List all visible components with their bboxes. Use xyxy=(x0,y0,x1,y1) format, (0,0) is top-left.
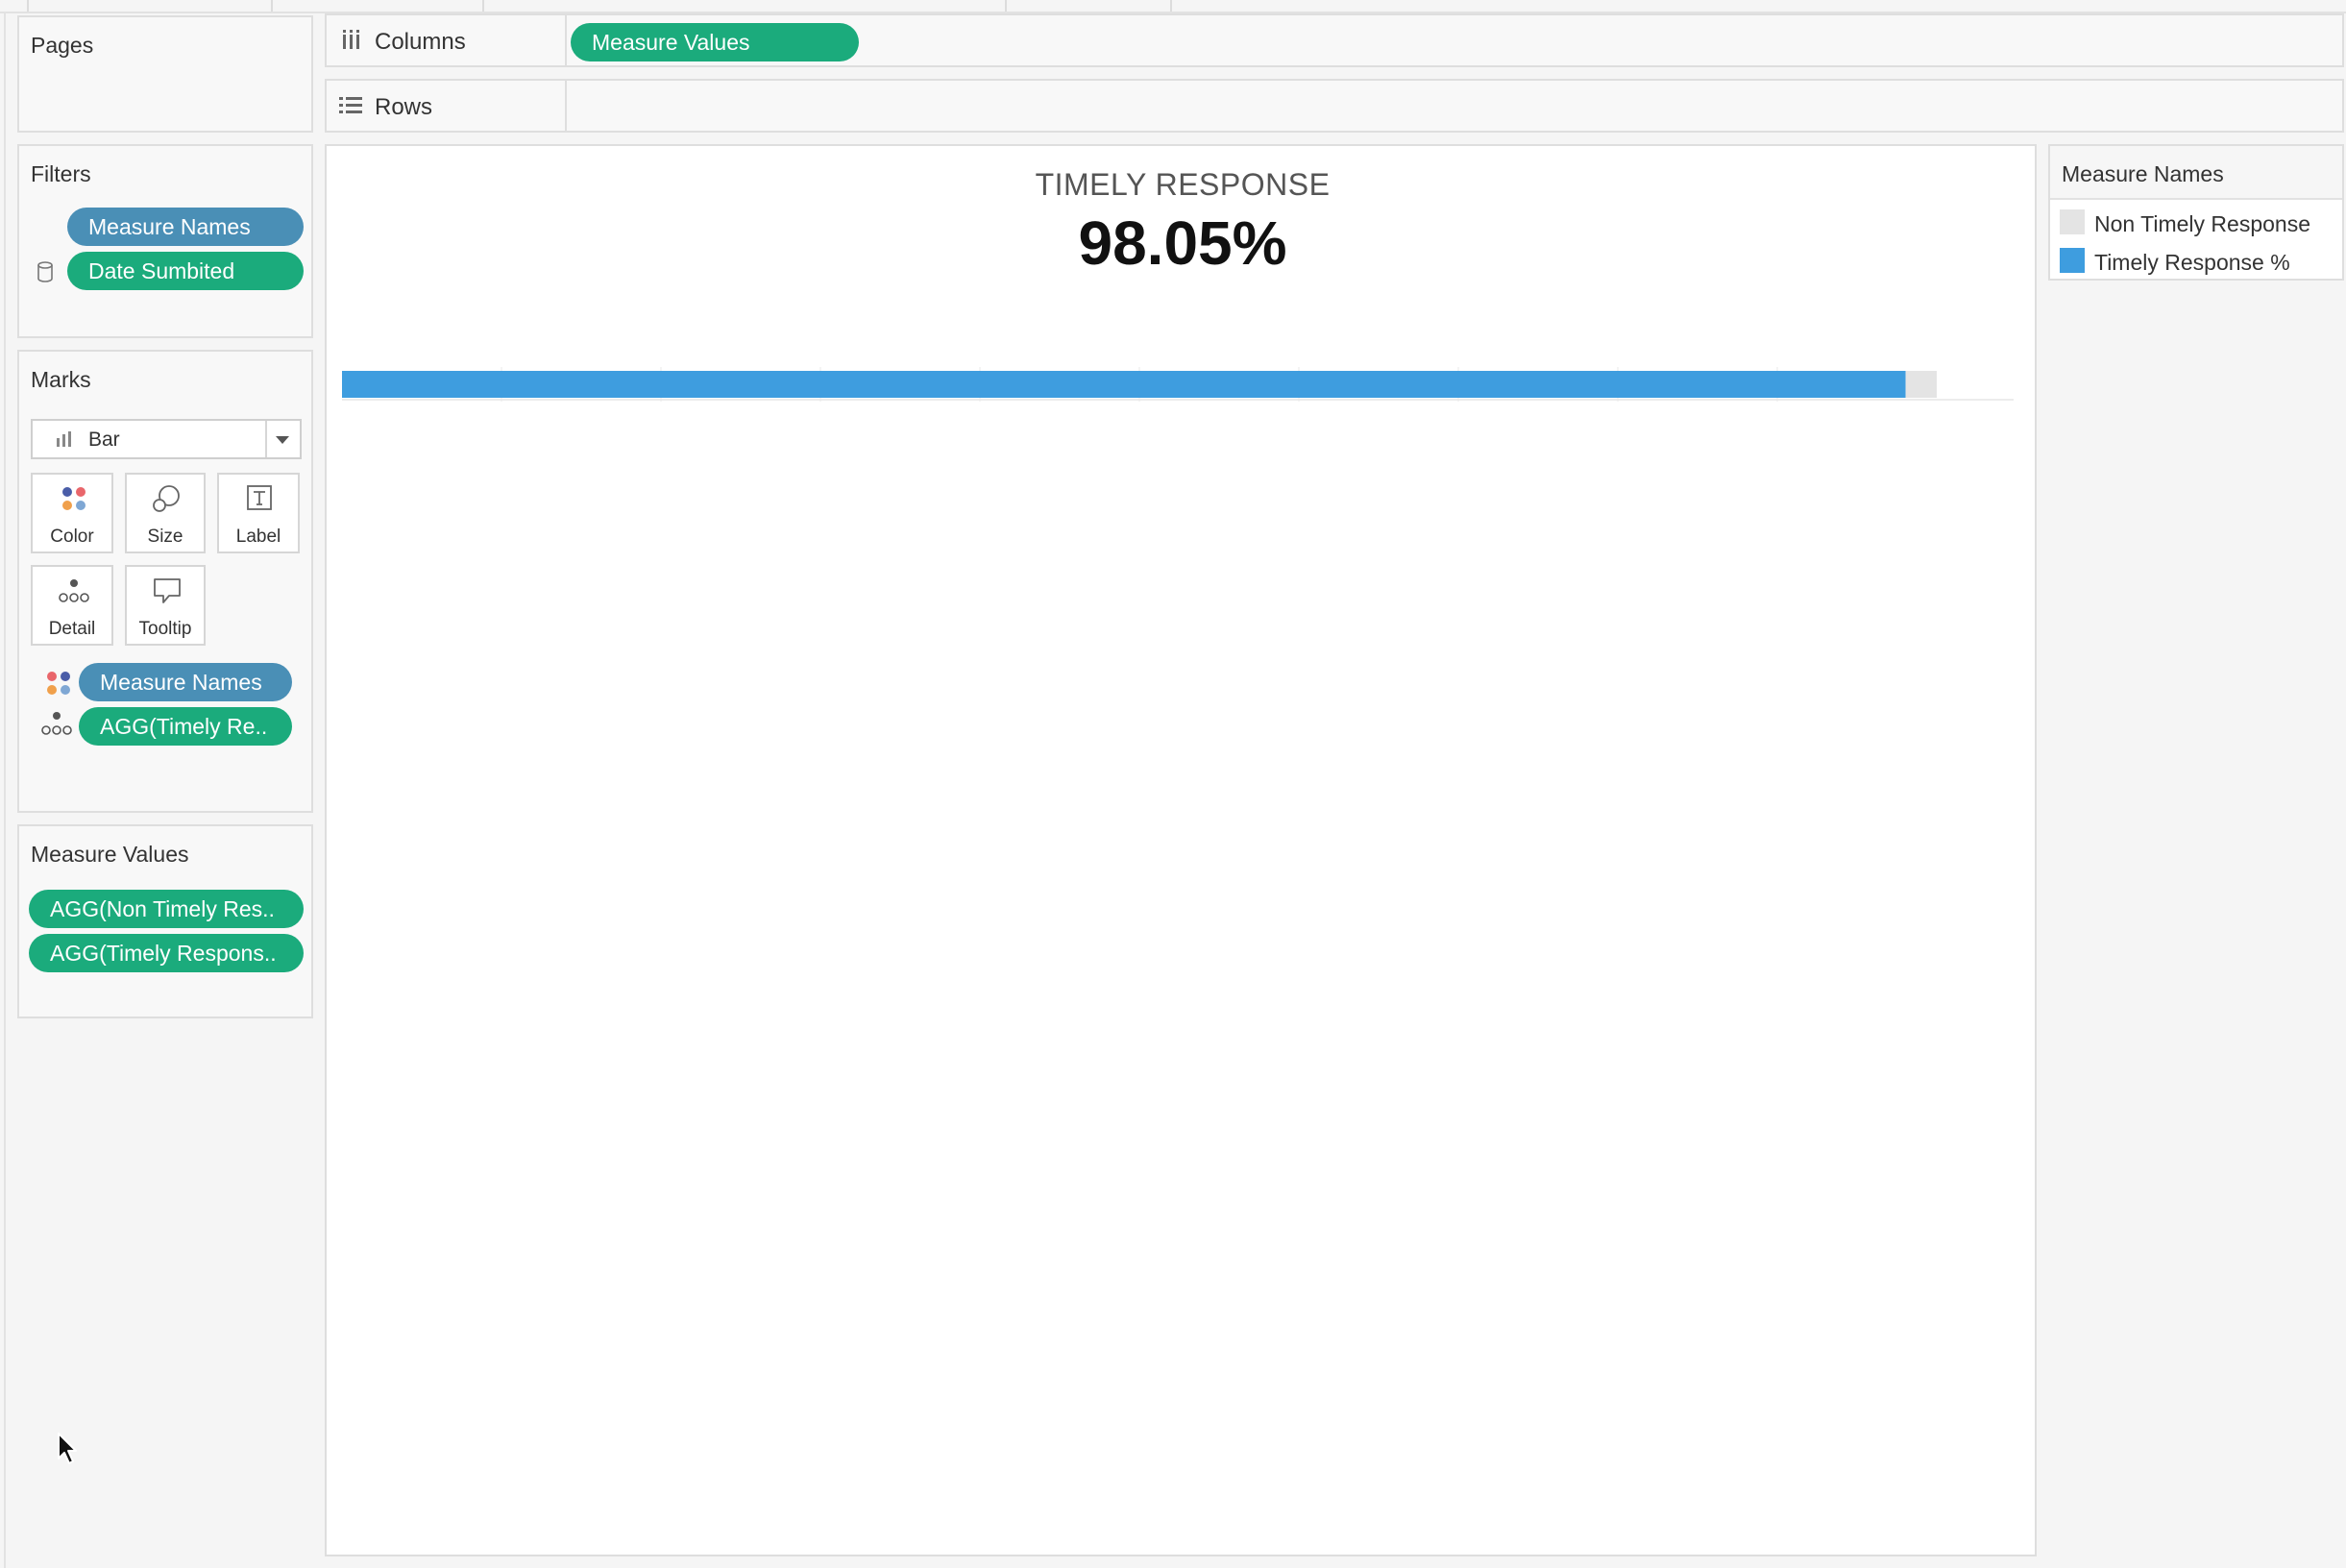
bar-chart-icon xyxy=(57,431,71,447)
text-label-icon xyxy=(247,485,272,510)
columns-icon xyxy=(343,30,359,49)
marks-detail-button[interactable]: Detail xyxy=(31,565,113,646)
pages-title: Pages xyxy=(31,33,94,58)
measure-values-pill-timely[interactable]: AGG(Timely Respons.. xyxy=(29,934,304,972)
datasource-icon xyxy=(37,261,53,282)
rows-shelf-label: Rows xyxy=(327,81,567,131)
marks-pill-measure-names[interactable]: Measure Names xyxy=(79,663,292,701)
rows-label: Rows xyxy=(375,94,433,120)
dropdown-divider xyxy=(265,421,267,457)
measure-values-title: Measure Values xyxy=(31,842,189,867)
legend-title: Measure Names xyxy=(2062,161,2224,186)
top-toolbar-strip xyxy=(0,0,2346,13)
strip-divider xyxy=(27,0,29,12)
rows-icon xyxy=(339,97,362,113)
detail-label: Detail xyxy=(48,619,96,639)
columns-pill-measure-values[interactable]: Measure Values xyxy=(571,23,859,61)
pages-card[interactable]: Pages xyxy=(17,15,313,133)
legend-item-label: Timely Response % xyxy=(2094,250,2290,275)
size-icon xyxy=(153,485,180,512)
strip-divider xyxy=(482,0,484,12)
legend-item-label: Non Timely Response xyxy=(2094,211,2310,236)
marks-title: Marks xyxy=(31,367,91,392)
detail-icon xyxy=(59,579,89,602)
legend-header: Measure Names xyxy=(2050,146,2342,200)
filter-pill-date-submitted[interactable]: Date Sumbited xyxy=(67,252,304,290)
marks-size-button[interactable]: Size xyxy=(125,473,206,553)
rows-shelf[interactable]: Rows xyxy=(325,79,2344,133)
mouse-cursor-icon xyxy=(58,1433,77,1464)
bar-chart[interactable] xyxy=(342,352,2014,419)
marks-label-button[interactable]: Label xyxy=(217,473,300,553)
size-label: Size xyxy=(147,527,183,547)
legend-swatch xyxy=(2060,209,2085,234)
columns-shelf[interactable]: Columns Measure Values xyxy=(325,13,2344,67)
legend-swatch xyxy=(2060,248,2085,273)
strip-divider xyxy=(1005,0,1007,12)
filters-title: Filters xyxy=(31,161,91,186)
strip-divider xyxy=(271,0,273,12)
color-encoding-icon xyxy=(47,672,70,695)
tooltip-icon xyxy=(154,578,181,603)
marks-pill-agg-timely[interactable]: AGG(Timely Re.. xyxy=(79,707,292,746)
measure-values-card[interactable]: Measure Values AGG(Non Timely Res.. AGG(… xyxy=(17,824,313,1018)
legend-card[interactable]: Measure Names Non Timely Response Timely… xyxy=(2048,144,2344,281)
bar-segment-non-timely-response[interactable] xyxy=(1905,371,1937,398)
columns-label: Columns xyxy=(375,29,466,55)
strip-divider xyxy=(1170,0,1172,12)
marks-color-button[interactable]: Color xyxy=(31,473,113,553)
measure-values-pill-non-timely[interactable]: AGG(Non Timely Res.. xyxy=(29,890,304,928)
columns-shelf-label: Columns xyxy=(327,15,567,65)
color-icon xyxy=(62,487,86,510)
filter-pill-measure-names[interactable]: Measure Names xyxy=(67,208,304,246)
filters-card[interactable]: Filters Measure Names Date Sumbited xyxy=(17,144,313,338)
kpi-value: 98.05% xyxy=(1078,208,1287,278)
detail-encoding-icon xyxy=(41,712,72,735)
label-label: Label xyxy=(235,527,281,547)
left-edge xyxy=(0,13,6,1568)
mark-type-label: Bar xyxy=(88,429,120,451)
tooltip-label: Tooltip xyxy=(138,619,192,639)
marks-card[interactable]: Marks Bar Color Size Label Detail Toolti… xyxy=(17,350,313,813)
worksheet-view[interactable]: TIMELY RESPONSE 98.05% xyxy=(325,144,2037,1556)
view-title: TIMELY RESPONSE xyxy=(1035,167,1331,202)
marks-tooltip-button[interactable]: Tooltip xyxy=(125,565,206,646)
chevron-down-icon[interactable] xyxy=(275,434,290,446)
color-label: Color xyxy=(50,527,94,547)
mark-type-dropdown[interactable]: Bar xyxy=(31,419,302,459)
bar-segment-timely-response[interactable] xyxy=(342,371,1906,398)
